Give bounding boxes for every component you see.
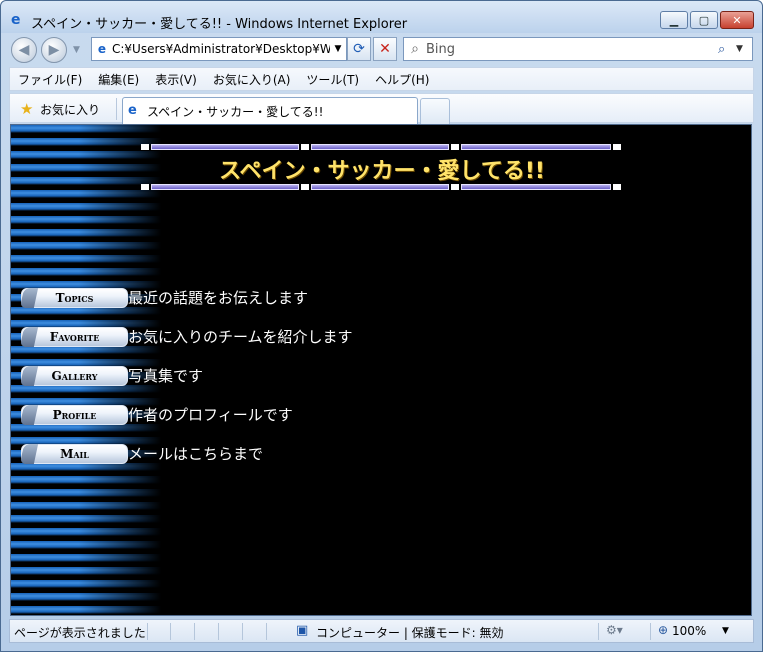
divider (242, 623, 243, 640)
menu-favorites[interactable]: お気に入り(A) (213, 71, 291, 88)
menu-help[interactable]: ヘルプ(H) (375, 71, 429, 88)
search-box[interactable]: ⌕ Bing ⌕ ▼ (403, 37, 753, 61)
close-button[interactable]: ✕ (720, 11, 754, 29)
tab-icon (19, 404, 39, 425)
gallery-description: 写真集です (128, 367, 204, 385)
divider (147, 623, 148, 640)
zoom-level[interactable]: 100% (672, 624, 706, 638)
menu-item-topics: Topics 最近の話題をお伝えします (19, 278, 353, 317)
search-icon[interactable]: ⌕ (718, 42, 736, 57)
address-bar[interactable]: e C:¥Users¥Administrator¥Desktop¥W ▼ (91, 37, 347, 61)
tab-active[interactable]: e スペイン・サッカー・愛してる!! (122, 97, 418, 124)
page-icon: e (128, 103, 137, 118)
navigation-bar: ◀ ▶ ▼ e C:¥Users¥Administrator¥Desktop¥W… (1, 33, 762, 65)
zoom-dropdown-icon[interactable]: ▼ (722, 626, 729, 636)
menu-tools[interactable]: ツール(T) (306, 71, 359, 88)
gallery-label: Gallery (51, 368, 98, 383)
favorites-button[interactable]: お気に入り (40, 101, 100, 118)
protected-mode-icon[interactable]: ⚙▾ (606, 623, 623, 637)
menu-item-favorite: Favorite お気に入りのチームを紹介します (19, 317, 353, 356)
mail-label: Mail (60, 446, 89, 461)
gallery-button[interactable]: Gallery (19, 365, 128, 386)
zoom-icon[interactable]: ⊕ (658, 623, 668, 637)
back-arrow-icon: ◀ (18, 42, 30, 58)
divider (116, 98, 117, 120)
refresh-icon: ⟳ (353, 41, 365, 57)
ie-logo-icon: e (11, 12, 21, 28)
divider (650, 623, 651, 640)
favorite-description: お気に入りのチームを紹介します (128, 328, 353, 346)
topics-label: Topics (55, 290, 94, 305)
menu-item-profile: Profile 作者のプロフィールです (19, 395, 353, 434)
mail-button[interactable]: Mail (19, 443, 128, 464)
new-tab-button[interactable] (420, 98, 450, 124)
site-menu: Topics 最近の話題をお伝えします Favorite お気に入りのチームを紹… (19, 278, 353, 473)
profile-description: 作者のプロフィールです (128, 406, 293, 424)
divider (598, 623, 599, 640)
profile-label: Profile (52, 407, 97, 422)
divider (266, 623, 267, 640)
minimize-button[interactable]: ▁ (660, 11, 688, 29)
browser-window: e スペイン・サッカー・愛してる!! - Windows Internet Ex… (0, 0, 763, 652)
divider (170, 623, 171, 640)
divider (194, 623, 195, 640)
refresh-button[interactable]: ⟳ (347, 37, 371, 61)
tab-icon (19, 287, 39, 308)
mail-description: メールはこちらまで (128, 445, 264, 463)
topics-description: 最近の話題をお伝えします (128, 289, 309, 307)
address-input[interactable]: C:¥Users¥Administrator¥Desktop¥W (112, 42, 330, 56)
topics-button[interactable]: Topics (19, 287, 128, 308)
profile-button[interactable]: Profile (19, 404, 128, 425)
stop-icon: ✕ (379, 41, 391, 57)
page-icon: e (97, 42, 107, 56)
computer-zone-icon: ▣ (296, 623, 309, 638)
title-bar-bottom (141, 183, 623, 191)
search-input[interactable]: Bing (426, 42, 718, 57)
search-dropdown-icon[interactable]: ▼ (736, 44, 752, 54)
title-bar[interactable]: e スペイン・サッカー・愛してる!! - Windows Internet Ex… (1, 1, 762, 33)
menu-bar: ファイル(F) 編集(E) 表示(V) お気に入り(A) ツール(T) ヘルプ(… (9, 67, 754, 91)
menu-item-mail: Mail メールはこちらまで (19, 434, 353, 473)
menu-item-gallery: Gallery 写真集です (19, 356, 353, 395)
stop-button[interactable]: ✕ (373, 37, 397, 61)
status-bar: ページが表示されました ▣ コンピューター | 保護モード: 無効 ⚙▾ ⊕ 1… (9, 619, 754, 643)
tab-icon (19, 443, 39, 464)
menu-view[interactable]: 表示(V) (155, 71, 197, 88)
forward-button[interactable]: ▶ (41, 37, 67, 63)
title-bar-top (141, 143, 623, 151)
page-header: スペイン・サッカー・愛してる!! (141, 143, 623, 191)
divider (218, 623, 219, 640)
favorite-label: Favorite (49, 329, 100, 344)
favorites-bar: ★ お気に入り e スペイン・サッカー・愛してる!! (9, 93, 754, 124)
window-controls: ▁ ▢ ✕ (660, 11, 754, 29)
history-dropdown-icon[interactable]: ▼ (73, 45, 80, 55)
page-content: スペイン・サッカー・愛してる!! Topics 最近の話題をお伝えします Fav… (10, 124, 752, 616)
maximize-button[interactable]: ▢ (690, 11, 718, 29)
favorites-star-icon[interactable]: ★ (20, 100, 33, 118)
status-text: ページが表示されました (14, 626, 146, 640)
page-title: スペイン・サッカー・愛してる!! (219, 159, 545, 184)
forward-arrow-icon: ▶ (48, 42, 60, 58)
favorite-button[interactable]: Favorite (19, 326, 128, 347)
menu-edit[interactable]: 編集(E) (98, 71, 139, 88)
address-dropdown-icon[interactable]: ▼ (330, 44, 346, 54)
menu-file[interactable]: ファイル(F) (18, 71, 82, 88)
tab-icon (19, 326, 39, 347)
window-title: スペイン・サッカー・愛してる!! - Windows Internet Expl… (31, 17, 408, 32)
tab-icon (19, 365, 39, 386)
security-zone[interactable]: コンピューター | 保護モード: 無効 (316, 624, 504, 641)
search-provider-icon: ⌕ (411, 41, 419, 57)
back-button[interactable]: ◀ (11, 37, 37, 63)
tab-title: スペイン・サッカー・愛してる!! (147, 105, 324, 119)
